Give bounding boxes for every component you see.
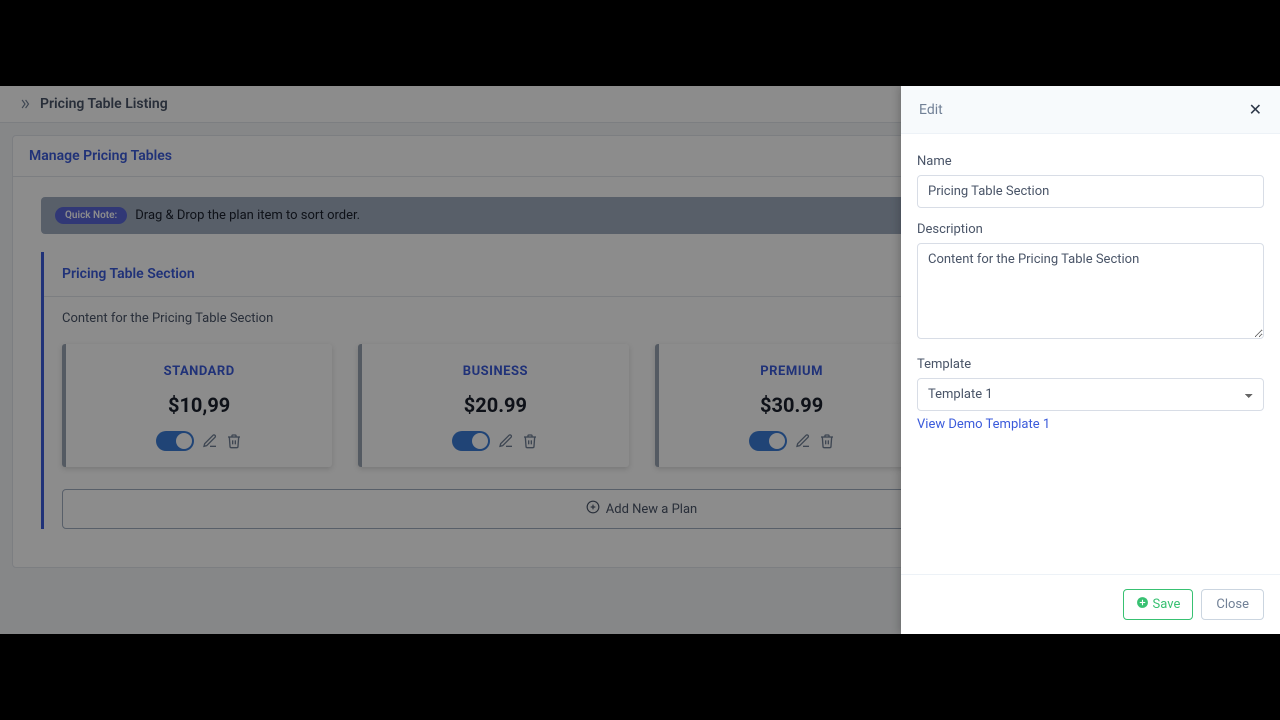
view-demo-link[interactable]: View Demo Template 1 xyxy=(917,417,1050,432)
close-button[interactable]: Close xyxy=(1201,589,1264,620)
name-label: Name xyxy=(917,154,1264,169)
save-button[interactable]: Save xyxy=(1123,589,1194,620)
close-icon[interactable]: ✕ xyxy=(1249,100,1262,119)
template-select[interactable]: Template 1 xyxy=(917,378,1264,411)
edit-drawer: Edit ✕ Name Description Template Templat… xyxy=(901,86,1280,634)
save-label: Save xyxy=(1153,597,1181,612)
name-input[interactable] xyxy=(917,175,1264,208)
description-label: Description xyxy=(917,222,1264,237)
drawer-body: Name Description Template Template 1 Vie… xyxy=(901,134,1280,574)
template-label: Template xyxy=(917,357,1264,372)
drawer-footer: Save Close xyxy=(901,574,1280,634)
plus-circle-icon xyxy=(1136,596,1149,613)
description-textarea[interactable] xyxy=(917,243,1264,339)
drawer-title: Edit xyxy=(919,102,943,118)
drawer-header: Edit ✕ xyxy=(901,86,1280,134)
